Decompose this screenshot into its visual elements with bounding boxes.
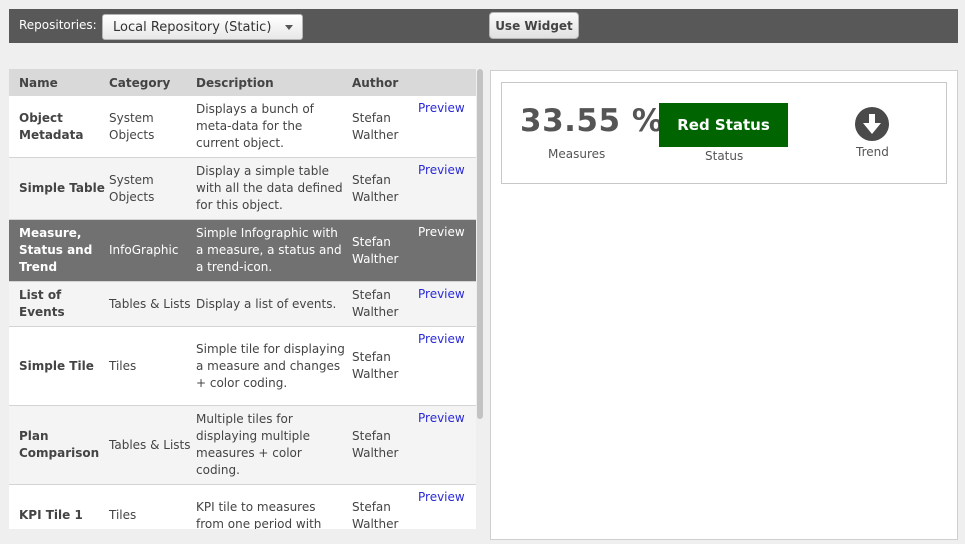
list-header: Name Category Description Author [9,69,476,96]
preview-link[interactable]: Preview [418,220,465,281]
widget-description: Multiple tiles for displaying multiple m… [196,412,310,477]
preview-link[interactable]: Preview [418,406,465,484]
list-item-selected[interactable]: Measure, Status and Trend InfoGraphic Si… [9,220,476,282]
widget-description: Simple Infographic with a measure, a sta… [196,226,342,274]
toolbar: Repositories: Local Repository (Static) … [9,9,958,43]
widget-description: KPI tile to measures from one period wit… [196,499,322,530]
widget-author: Stefan Walther [352,234,399,266]
measure-label: Measures [548,147,606,161]
preview-link[interactable]: Preview [418,327,465,405]
preview-link[interactable]: Preview [418,96,465,157]
widget-name: Simple Tile [19,358,94,373]
infographic-widget: 33.55 % Measures Red Status Status Trend [501,82,947,184]
widget-author: Stefan Walther [352,172,399,204]
arrow-down-circle-icon [855,107,889,141]
header-category[interactable]: Category [109,76,170,90]
widget-list: Name Category Description Author Object … [9,69,476,529]
widget-author: Stefan Walther [352,110,399,142]
widget-author: Stefan Walther [352,429,399,460]
widget-description: Simple tile for displaying a measure and… [196,341,345,390]
widget-category: Tiles [109,508,137,522]
repository-select-value: Local Repository (Static) [113,20,272,35]
widget-category: System Objects [109,110,155,142]
status-badge: Red Status [659,103,788,147]
status-label: Status [705,149,744,163]
widget-author: Stefan Walther [352,288,399,319]
preview-link[interactable]: Preview [418,485,465,529]
list-item[interactable]: KPI Tile 1 Tiles KPI tile to measures fr… [9,485,476,529]
preview-link[interactable]: Preview [418,158,465,219]
widget-description: Display a list of events. [196,296,337,311]
widget-category: Tables & Lists [109,296,191,311]
widget-category: Tables & Lists [109,437,191,452]
list-item[interactable]: Plan Comparison Tables & Lists Multiple … [9,406,476,485]
widget-category: System Objects [109,172,155,204]
list-item[interactable]: List of Events Tables & Lists Display a … [9,282,476,327]
widget-description: Display a simple table with all the data… [196,164,343,212]
list-item[interactable]: Simple Tile Tiles Simple tile for displa… [9,327,476,406]
widget-description: Displays a bunch of meta-data for the cu… [196,102,314,150]
widget-name: KPI Tile 1 [19,508,83,522]
widget-name: Simple Table [19,181,105,195]
widget-category: Tiles [109,358,137,373]
widget-name: List of Events [19,288,65,319]
list-scrollbar[interactable] [477,69,483,419]
list-item[interactable]: Simple Table System Objects Display a si… [9,158,476,220]
header-author[interactable]: Author [352,76,398,90]
repositories-label: Repositories: [19,18,97,32]
list-item[interactable]: Object Metadata System Objects Displays … [9,96,476,158]
widget-author: Stefan Walther [352,350,399,381]
measure-value: 33.55 % [520,103,664,139]
chevron-down-icon [285,25,293,30]
preview-panel: 33.55 % Measures Red Status Status Trend [490,70,958,540]
widget-name: Object Metadata [19,110,84,142]
preview-link[interactable]: Preview [418,282,465,326]
widget-category: InfoGraphic [109,243,179,257]
widget-author: Stefan Walther [352,499,399,530]
header-description[interactable]: Description [196,76,274,90]
widget-name: Plan Comparison [19,429,100,460]
widget-name: Measure, Status and Trend [19,226,93,274]
header-name[interactable]: Name [19,76,58,90]
repository-select[interactable]: Local Repository (Static) [102,14,303,40]
trend-label: Trend [856,145,889,159]
use-widget-button[interactable]: Use Widget [489,12,579,39]
